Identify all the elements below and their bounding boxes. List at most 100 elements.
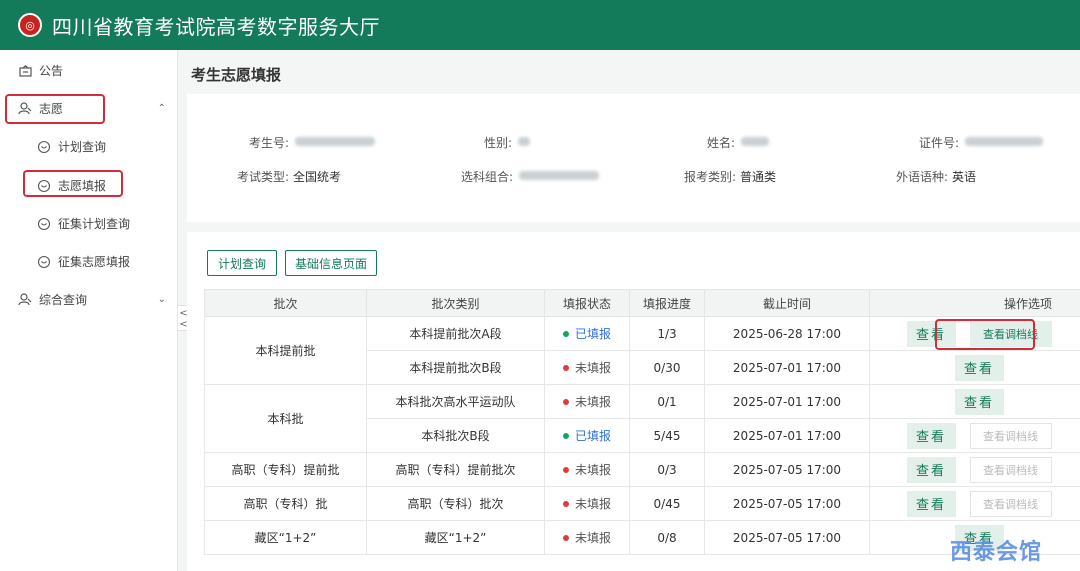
table-header-row: 批次 批次类别 填报状态 填报进度 截止时间 操作选项 xyxy=(204,289,1080,317)
view-cutoff-line-button[interactable]: 查看调档线 xyxy=(969,320,1052,347)
fill-progress-cell: 1/3 xyxy=(629,316,705,351)
app-title: 四川省教育考试院高考数字服务大厅 xyxy=(52,14,380,39)
column-header: 截止时间 xyxy=(704,289,870,317)
view-button[interactable]: 查看 xyxy=(906,490,956,517)
column-header: 填报状态 xyxy=(544,289,630,317)
operations-cell: 查看 查看调档线 xyxy=(869,316,1080,351)
gender-field: 性别: xyxy=(484,134,531,151)
column-header: 批次类别 xyxy=(366,289,545,317)
column-header: 批次 xyxy=(204,289,367,317)
highlight-box-volunteer-fill xyxy=(23,170,123,197)
status-dot-icon xyxy=(562,330,569,337)
sidebar-item-label: 征集计划查询 xyxy=(58,217,131,231)
status-dot-icon xyxy=(562,432,569,439)
view-button[interactable]: 查看 xyxy=(954,354,1004,381)
sidebar-item-solicit-plan-query[interactable]: 征集计划查询 xyxy=(37,215,130,232)
chevron-up-icon: ⌃ xyxy=(157,103,166,114)
status-dot-icon xyxy=(562,534,569,541)
sidebar-item-comprehensive-query[interactable]: 综合查询 ⌄ xyxy=(18,291,166,308)
sidebar-item-label: 征集志愿填报 xyxy=(58,255,131,269)
deadline-cell: 2025-07-05 17:00 xyxy=(704,486,870,521)
batch-name-cell: 本科提前批 xyxy=(204,316,367,385)
basic-info-button[interactable]: 基础信息页面 xyxy=(285,250,377,276)
operations-cell: 查看 xyxy=(869,384,1080,419)
status-badge: 未填报 xyxy=(562,359,611,376)
fill-status-cell: 未填报 xyxy=(544,520,630,555)
fill-progress-cell: 0/45 xyxy=(629,486,705,521)
redacted-value xyxy=(741,137,770,146)
batch-name-cell: 藏区“1+2” xyxy=(204,520,367,555)
view-cutoff-line-button-disabled: 查看调档线 xyxy=(969,490,1052,517)
sidebar-item-notice[interactable]: 公告 xyxy=(18,62,63,79)
user-icon xyxy=(18,293,32,307)
exam-type-field: 考试类型: 全国统考 xyxy=(237,170,342,184)
circle-face-icon xyxy=(37,140,51,154)
batch-category-cell: 高职（专科）提前批次 xyxy=(366,452,545,487)
batch-category-cell: 本科批次高水平运动队 xyxy=(366,384,545,419)
status-badge: 未填报 xyxy=(562,393,611,410)
batch-category-cell: 藏区“1+2” xyxy=(366,520,545,555)
sidebar-item-plan-query[interactable]: 计划查询 xyxy=(37,138,106,155)
name-field: 姓名: xyxy=(707,134,770,151)
fill-progress-cell: 5/45 xyxy=(629,418,705,453)
view-button[interactable]: 查看 xyxy=(906,456,956,483)
fill-status-cell: 未填报 xyxy=(544,452,630,487)
table-row: 本科提前批 本科提前批次A段 已填报 1/3 2025-06-28 17:00 查看 查看调… xyxy=(204,316,1080,385)
circle-face-icon xyxy=(37,255,51,269)
status-dot-icon xyxy=(562,398,569,405)
batch-table: 批次 批次类别 填报状态 填报进度 截止时间 操作选项 本科提前批 本科提前批次A… xyxy=(204,289,1080,555)
column-header: 填报进度 xyxy=(629,289,705,317)
view-button[interactable]: 查看 xyxy=(906,422,956,449)
deadline-cell: 2025-07-01 17:00 xyxy=(704,350,870,385)
batch-category-cell: 高职（专科）批次 xyxy=(366,486,545,521)
chevron-down-icon: ⌄ xyxy=(157,294,166,305)
batch-category-cell: 本科提前批次B段 xyxy=(366,350,545,385)
status-badge: 未填报 xyxy=(562,495,611,512)
fill-progress-cell: 0/30 xyxy=(629,350,705,385)
status-dot-icon xyxy=(562,500,569,507)
fill-status-cell: 未填报 xyxy=(544,486,630,521)
status-badge: 已填报 xyxy=(562,427,611,444)
batch-table-card: 计划查询 基础信息页面 批次 批次类别 填报状态 填报进度 截止时间 操作选项 … xyxy=(187,232,1080,571)
deadline-cell: 2025-06-28 17:00 xyxy=(704,316,870,351)
batch-name-cell: 本科批 xyxy=(204,384,367,453)
view-cutoff-line-button-disabled: 查看调档线 xyxy=(969,422,1052,449)
sidebar: 公告 志愿 ⌃ 计划查询 志愿填报 征集计划查询 征集志愿填报 综合查询 ⌄ xyxy=(0,50,178,571)
view-button[interactable]: 查看 xyxy=(906,320,956,347)
fill-status-cell: 未填报 xyxy=(544,384,630,419)
deadline-cell: 2025-07-01 17:00 xyxy=(704,384,870,419)
sidebar-item-label: 计划查询 xyxy=(58,140,107,154)
sidebar-item-label: 公告 xyxy=(39,64,64,78)
redacted-value xyxy=(295,137,376,146)
view-button[interactable]: 查看 xyxy=(954,388,1004,415)
page-title: 考生志愿填报 xyxy=(191,66,282,84)
batch-name-cell: 高职（专科）提前批 xyxy=(204,452,367,487)
fill-progress-cell: 0/3 xyxy=(629,452,705,487)
table-row: 本科批 本科批次高水平运动队 未填报 0/1 2025-07-01 17:00 查看 xyxy=(204,384,1080,453)
operations-cell: 查看 查看调档线 xyxy=(869,452,1080,487)
fill-status-cell: 已填报 xyxy=(544,418,630,453)
exam-number-field: 考生号: xyxy=(249,134,376,151)
fill-status-cell: 未填报 xyxy=(544,350,630,385)
plan-query-button[interactable]: 计划查询 xyxy=(207,250,277,276)
sidebar-item-label: 综合查询 xyxy=(39,293,88,307)
sidebar-item-solicit-volunteer-fill[interactable]: 征集志愿填报 xyxy=(37,253,130,270)
operations-cell: 查看 查看调档线 xyxy=(869,486,1080,521)
status-badge: 未填报 xyxy=(562,529,611,546)
circle-face-icon xyxy=(37,217,51,231)
fill-status-cell: 已填报 xyxy=(544,316,630,351)
operations-cell: 查看 xyxy=(869,350,1080,385)
batch-category-cell: 本科批次B段 xyxy=(366,418,545,453)
batch-category-cell: 本科提前批次A段 xyxy=(366,316,545,351)
column-header: 操作选项 xyxy=(869,289,1080,317)
status-dot-icon xyxy=(562,364,569,371)
application-category-field: 报考类别: 普通类 xyxy=(684,170,777,184)
watermark: 西泰会馆 xyxy=(950,540,1043,565)
table-row: 高职（专科）提前批 高职（专科）提前批次 未填报 0/3 2025-07-05 17:0… xyxy=(204,452,1080,487)
institution-logo: ◎ xyxy=(18,13,42,37)
notice-icon xyxy=(18,64,32,78)
fill-progress-cell: 0/8 xyxy=(629,520,705,555)
foreign-language-field: 外语语种: 英语 xyxy=(896,170,977,184)
redacted-value xyxy=(965,137,1044,146)
operations-cell: 查看 查看调档线 xyxy=(869,418,1080,453)
